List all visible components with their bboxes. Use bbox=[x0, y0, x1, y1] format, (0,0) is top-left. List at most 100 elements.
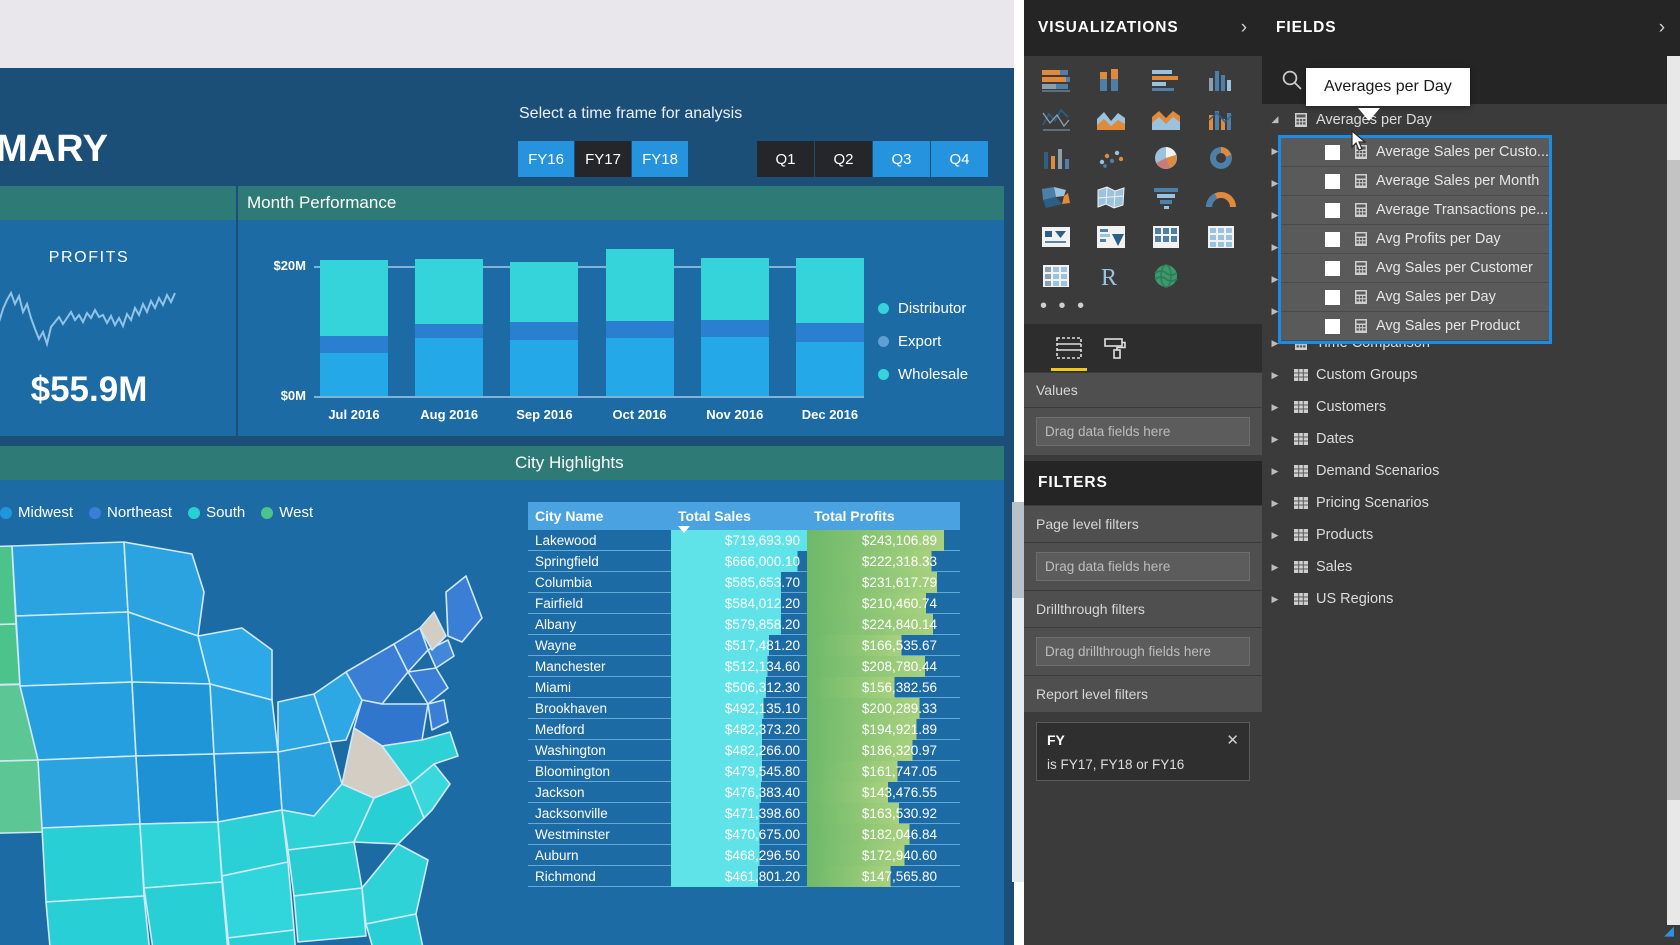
map-legend-item-midwest[interactable]: Midwest bbox=[0, 504, 73, 521]
us-regions-map[interactable] bbox=[0, 532, 508, 945]
expand-triangle-icon[interactable]: ▶ bbox=[1262, 562, 1288, 573]
city-highlights-table[interactable]: City Name Total Sales Total Profits Lake… bbox=[528, 502, 960, 887]
slicer-button-fy17[interactable]: FY17 bbox=[575, 141, 632, 177]
map-legend-item-northeast[interactable]: Northeast bbox=[89, 504, 172, 521]
treemap-icon[interactable] bbox=[1038, 181, 1074, 213]
table-row[interactable]: Miami $506,312.30 $156,382.56 bbox=[528, 676, 960, 698]
filled-map-icon[interactable] bbox=[1093, 181, 1129, 213]
legend-item-wholesale[interactable]: Wholesale bbox=[878, 358, 968, 391]
bar-segment-export[interactable] bbox=[605, 320, 674, 339]
stacked-area-chart-icon[interactable] bbox=[1148, 103, 1184, 135]
field-item[interactable]: Average Sales per Custo... bbox=[1281, 138, 1550, 167]
resize-grip-icon[interactable]: ◢ bbox=[1664, 923, 1674, 939]
table-row[interactable]: Springfield $666,000.10 $222,318.33 bbox=[528, 550, 960, 572]
map-legend-item-west[interactable]: West bbox=[261, 504, 313, 521]
table-row[interactable]: Albany $579,858.20 $224,840.14 bbox=[528, 613, 960, 635]
gauge-icon[interactable] bbox=[1203, 181, 1239, 213]
pie-chart-icon[interactable] bbox=[1148, 142, 1184, 174]
legend-item-distributor[interactable]: Distributor bbox=[878, 292, 968, 325]
visualization-type-grid[interactable]: R bbox=[1024, 56, 1262, 291]
table-row[interactable]: Columbia $585,653.70 $231,617.79 bbox=[528, 571, 960, 593]
table-row[interactable]: Auburn $468,296.50 $172,940.60 bbox=[528, 844, 960, 866]
close-icon[interactable]: ✕ bbox=[1226, 731, 1239, 749]
bar-segment-export[interactable] bbox=[320, 335, 388, 353]
funnel-icon[interactable] bbox=[1148, 181, 1184, 213]
bar-segment-wholesale[interactable] bbox=[795, 342, 864, 396]
table-row[interactable]: Manchester $512,134.60 $208,780.44 bbox=[528, 655, 960, 677]
expand-triangle-icon[interactable]: ▶ bbox=[1262, 530, 1288, 541]
bar-nov-2016[interactable] bbox=[700, 258, 769, 396]
table-row[interactable]: Fairfield $584,012.20 $210,460.74 bbox=[528, 592, 960, 614]
bar-segment-export[interactable] bbox=[415, 323, 484, 338]
expand-triangle-icon[interactable]: ▶ bbox=[1262, 498, 1288, 509]
bar-segment-distributor[interactable] bbox=[795, 258, 864, 323]
page-level-filters-dropzone[interactable]: Drag data fields here bbox=[1024, 543, 1262, 590]
field-item[interactable]: Avg Sales per Product bbox=[1281, 312, 1550, 341]
field-checkbox[interactable] bbox=[1325, 318, 1340, 334]
matrix-icon[interactable] bbox=[1038, 259, 1074, 291]
map-legend-item-south[interactable]: South bbox=[188, 504, 245, 521]
bar-segment-wholesale[interactable] bbox=[415, 337, 484, 396]
fields-group-averages-per-day[interactable]: ◢ Averages per Day bbox=[1262, 104, 1680, 135]
clustered-column-chart-icon[interactable] bbox=[1203, 64, 1239, 96]
stacked-column-chart-icon[interactable] bbox=[1093, 64, 1129, 96]
expand-triangle-icon[interactable]: ▶ bbox=[1262, 370, 1288, 381]
kpi-icon[interactable] bbox=[1093, 220, 1129, 252]
expand-triangle-icon[interactable]: ▶ bbox=[1262, 594, 1288, 605]
line-chart-icon[interactable] bbox=[1038, 103, 1074, 135]
bar-segment-wholesale[interactable] bbox=[700, 337, 769, 396]
fields-table-sales[interactable]: ▶ Sales bbox=[1262, 551, 1680, 583]
table-icon[interactable] bbox=[1203, 220, 1239, 252]
field-checkbox[interactable] bbox=[1325, 231, 1340, 247]
fields-table-us-regions[interactable]: ▶ US Regions bbox=[1262, 583, 1680, 615]
donut-chart-icon[interactable] bbox=[1203, 142, 1239, 174]
more-visuals-icon[interactable]: • • • bbox=[1024, 291, 1262, 324]
fields-table-products[interactable]: ▶ Products bbox=[1262, 519, 1680, 551]
fields-pane-scrollbar[interactable] bbox=[1667, 56, 1680, 925]
table-row[interactable]: Wayne $517,481.20 $166,535.67 bbox=[528, 634, 960, 656]
table-row[interactable]: Brookhaven $492,135.10 $200,289.33 bbox=[528, 697, 960, 719]
bar-segment-distributor[interactable] bbox=[510, 262, 579, 322]
values-well-dropzone[interactable]: Drag data fields here bbox=[1024, 408, 1262, 455]
fiscal-year-slicer[interactable]: FY16 FY17 FY18 bbox=[518, 141, 689, 177]
column-header-total-sales[interactable]: Total Sales bbox=[671, 508, 807, 533]
bar-aug-2016[interactable] bbox=[415, 258, 484, 396]
bar-segment-wholesale[interactable] bbox=[510, 340, 579, 396]
slicer-button-fy18[interactable]: FY18 bbox=[632, 141, 689, 177]
field-item[interactable]: Average Sales per Month bbox=[1281, 167, 1550, 196]
field-checkbox[interactable] bbox=[1325, 289, 1340, 305]
fields-pane-scrollbar-thumb[interactable] bbox=[1667, 160, 1680, 800]
slicer-button-q2[interactable]: Q2 bbox=[815, 141, 873, 177]
card-icon[interactable] bbox=[1038, 220, 1074, 252]
field-checkbox[interactable] bbox=[1325, 173, 1340, 189]
clustered-bar-chart-icon[interactable] bbox=[1148, 64, 1184, 96]
table-row[interactable]: Westminster $470,675.00 $182,046.84 bbox=[528, 823, 960, 845]
field-checkbox[interactable] bbox=[1325, 260, 1340, 276]
fields-table-demand-scenarios[interactable]: ▶ Demand Scenarios bbox=[1262, 455, 1680, 487]
slicer-button-q3[interactable]: Q3 bbox=[873, 141, 931, 177]
chevron-right-icon[interactable]: › bbox=[1659, 17, 1666, 39]
fields-table-pricing-scenarios[interactable]: ▶ Pricing Scenarios bbox=[1262, 487, 1680, 519]
field-checkbox[interactable] bbox=[1325, 202, 1340, 218]
table-row[interactable]: Lakewood $719,693.90 $243,106.89 bbox=[528, 529, 960, 551]
bar-segment-export[interactable] bbox=[795, 322, 864, 342]
drillthrough-filters-placeholder[interactable]: Drag drillthrough fields here bbox=[1036, 637, 1250, 666]
tab-format[interactable] bbox=[1092, 325, 1138, 371]
tab-fields[interactable] bbox=[1046, 325, 1092, 371]
bar-oct-2016[interactable] bbox=[605, 248, 674, 396]
bar-segment-wholesale[interactable] bbox=[605, 338, 674, 396]
slicer-icon[interactable] bbox=[1148, 220, 1184, 252]
expand-triangle-icon[interactable]: ▶ bbox=[1262, 402, 1288, 413]
ribbon-chart-icon[interactable] bbox=[1038, 142, 1074, 174]
chevron-right-icon[interactable]: › bbox=[1241, 17, 1248, 39]
slicer-button-q1[interactable]: Q1 bbox=[757, 141, 815, 177]
bar-jul-2016[interactable] bbox=[320, 259, 388, 396]
legend-item-export[interactable]: Export bbox=[878, 325, 968, 358]
field-item[interactable]: Avg Sales per Day bbox=[1281, 283, 1550, 312]
field-checkbox[interactable] bbox=[1325, 144, 1340, 160]
table-row[interactable]: Medford $482,373.20 $194,921.89 bbox=[528, 718, 960, 740]
r-script-visual-icon[interactable]: R bbox=[1093, 259, 1129, 291]
table-row[interactable]: Richmond $461,801.20 $147,565.80 bbox=[528, 865, 960, 887]
fields-table-dates[interactable]: ▶ Dates bbox=[1262, 423, 1680, 455]
table-row[interactable]: Washington $482,266.00 $186,320.97 bbox=[528, 739, 960, 761]
